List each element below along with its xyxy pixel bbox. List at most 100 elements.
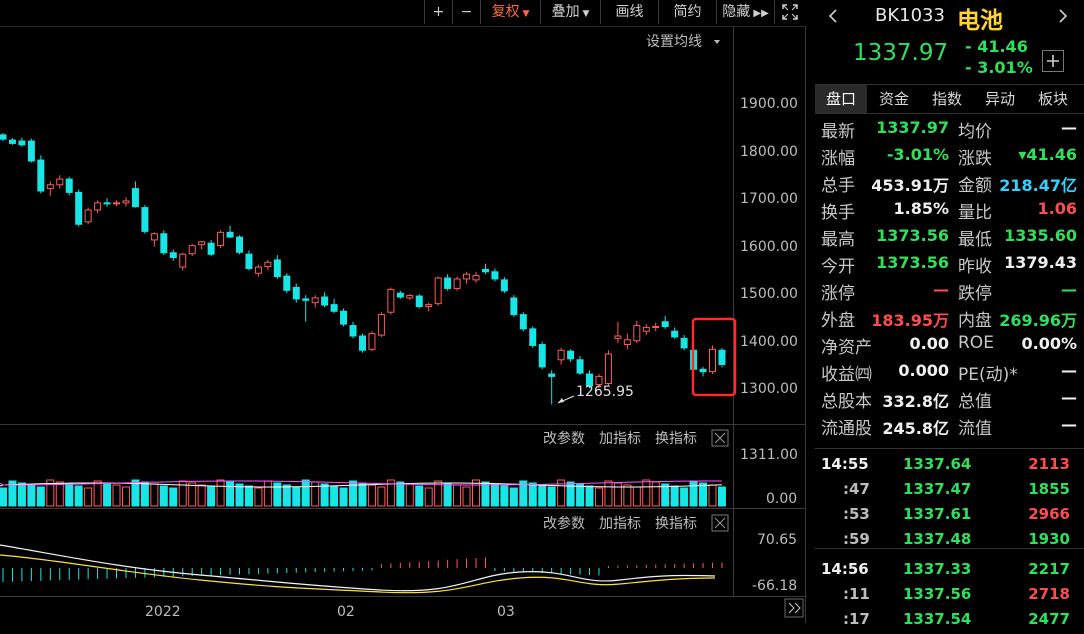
- next-stock-button[interactable]: [1055, 8, 1071, 24]
- zoom-out-button[interactable]: −: [452, 0, 480, 24]
- volume-bar: [708, 484, 717, 507]
- candle-body: [75, 191, 83, 225]
- diejia-button[interactable]: 叠加 ▼: [540, 0, 600, 24]
- candle-body: [557, 349, 565, 361]
- tab-zijin[interactable]: 资金: [867, 85, 921, 113]
- candle-body: [718, 349, 726, 366]
- macd-group: [0, 544, 723, 594]
- candle-body: [94, 202, 102, 211]
- volume-bar: [604, 480, 613, 507]
- volume-bar: [472, 479, 480, 507]
- chevron-right-icon: [1059, 9, 1068, 23]
- candle-body: [377, 314, 385, 336]
- quote-label: 涨跌: [958, 149, 992, 169]
- quote-value: —: [1061, 415, 1077, 434]
- quote-value: 332.8亿: [882, 392, 949, 411]
- plus-icon: [1047, 55, 1059, 67]
- quote-value: —: [1061, 388, 1077, 407]
- candle-body: [46, 184, 54, 190]
- set-ma-button[interactable]: 设置均线: [646, 34, 702, 50]
- candle-body: [623, 339, 631, 346]
- scroll-right-button[interactable]: [784, 598, 804, 618]
- quote-label: 收益㈣: [821, 365, 872, 385]
- tab-yidong[interactable]: 异动: [973, 85, 1027, 113]
- tick-row: :47 1337.47 1855: [815, 480, 1084, 504]
- candle-body: [302, 298, 310, 301]
- volume-bar: [585, 485, 594, 507]
- fuquan-button[interactable]: 复权 ▼: [480, 0, 540, 24]
- tab-pankou[interactable]: 盘口: [815, 85, 867, 113]
- candle-body: [188, 245, 196, 255]
- quote-value: —: [1061, 118, 1077, 137]
- vol-close-icon[interactable]: [711, 429, 729, 447]
- add-watchlist-button[interactable]: [1042, 50, 1064, 72]
- macd-change-param-button[interactable]: 改参数: [543, 515, 585, 532]
- volume-bar: [670, 485, 679, 507]
- volume-bars: [0, 479, 726, 507]
- tick-row: 14:56 1337.33 2217: [815, 560, 1084, 584]
- volume-bar: [197, 484, 206, 507]
- quote-value: ▾41.46: [1018, 145, 1077, 164]
- candle-body: [217, 231, 225, 247]
- candle-body: [387, 288, 395, 313]
- x-label-03: 03: [497, 604, 515, 620]
- quote-label: 流值: [958, 419, 992, 439]
- candle-body: [538, 344, 546, 368]
- candle-body: [604, 353, 612, 385]
- macd-switch-indicator-button[interactable]: 换指标: [655, 515, 697, 532]
- vol-switch-indicator-button[interactable]: 换指标: [655, 430, 697, 447]
- volume-bar: [207, 486, 216, 507]
- tick-price: 1337.61: [903, 505, 972, 523]
- zoom-in-button[interactable]: +: [424, 0, 452, 24]
- hide-button[interactable]: 隐藏 ▶▶: [716, 0, 774, 24]
- candle-body: [340, 310, 348, 325]
- draw-line-button[interactable]: 画线: [600, 0, 658, 24]
- fullscreen-button[interactable]: [774, 0, 804, 24]
- candle-body: [642, 326, 650, 332]
- prev-stock-button[interactable]: [825, 8, 841, 24]
- volume-bar: [453, 484, 462, 507]
- volume-bar: [150, 483, 159, 507]
- volume-bar: [55, 481, 64, 507]
- tick-volume: 2477: [1028, 610, 1070, 628]
- macd-add-indicator-button[interactable]: 加指标: [599, 516, 641, 532]
- quote-value: 1373.56: [876, 253, 949, 272]
- volume-bar: [169, 487, 178, 507]
- candle-body: [254, 266, 262, 274]
- quote-label: 最高: [821, 230, 855, 250]
- candle-body: [65, 178, 73, 193]
- candle-body: [519, 314, 527, 330]
- x-label-2022: 2022: [145, 604, 181, 620]
- volume-bar: [594, 487, 603, 507]
- candle-body: [567, 350, 575, 360]
- last-price: 1337.97: [853, 40, 949, 66]
- candle-body: [529, 328, 537, 347]
- candle-body: [169, 252, 177, 259]
- price-axis-label: 1800.00: [740, 144, 798, 160]
- quote-value: 183.95万: [871, 311, 949, 330]
- quote-label: ROE: [958, 333, 994, 353]
- volume-bar: [216, 479, 225, 507]
- volume-bar: [367, 484, 376, 507]
- volume-bar: [36, 486, 45, 507]
- candle-body: [614, 335, 622, 339]
- volume-bar: [528, 482, 537, 507]
- quote-label: 外盘: [821, 311, 855, 331]
- vol-change-param-button[interactable]: 改参数: [543, 430, 585, 447]
- quote-label: 总股本: [821, 392, 872, 412]
- quote-label: 跌停: [958, 284, 992, 304]
- simple-mode-button[interactable]: 简约: [658, 0, 716, 24]
- quote-value: 1335.60: [1004, 226, 1077, 245]
- tick-time: :17: [843, 610, 870, 628]
- vol-add-indicator-button[interactable]: 加指标: [599, 431, 641, 447]
- tab-bankuai[interactable]: 板块: [1027, 85, 1079, 113]
- volume-bar: [159, 485, 168, 507]
- hide-label: 隐藏: [722, 4, 751, 20]
- macd-close-icon[interactable]: [711, 514, 729, 532]
- tab-zhishu[interactable]: 指数: [921, 85, 973, 113]
- chevron-down-icon: ▼: [519, 9, 530, 19]
- candle-body: [699, 368, 707, 373]
- quote-panel: BK1033 电池 1337.97 - 41.46 - 3.01% 盘口 资金 …: [815, 0, 1084, 628]
- candle-body: [0, 134, 7, 140]
- kline-chart[interactable]: 1265.95 1900.00 1800.00 1700.00 1600.00 1500…: [0, 26, 806, 623]
